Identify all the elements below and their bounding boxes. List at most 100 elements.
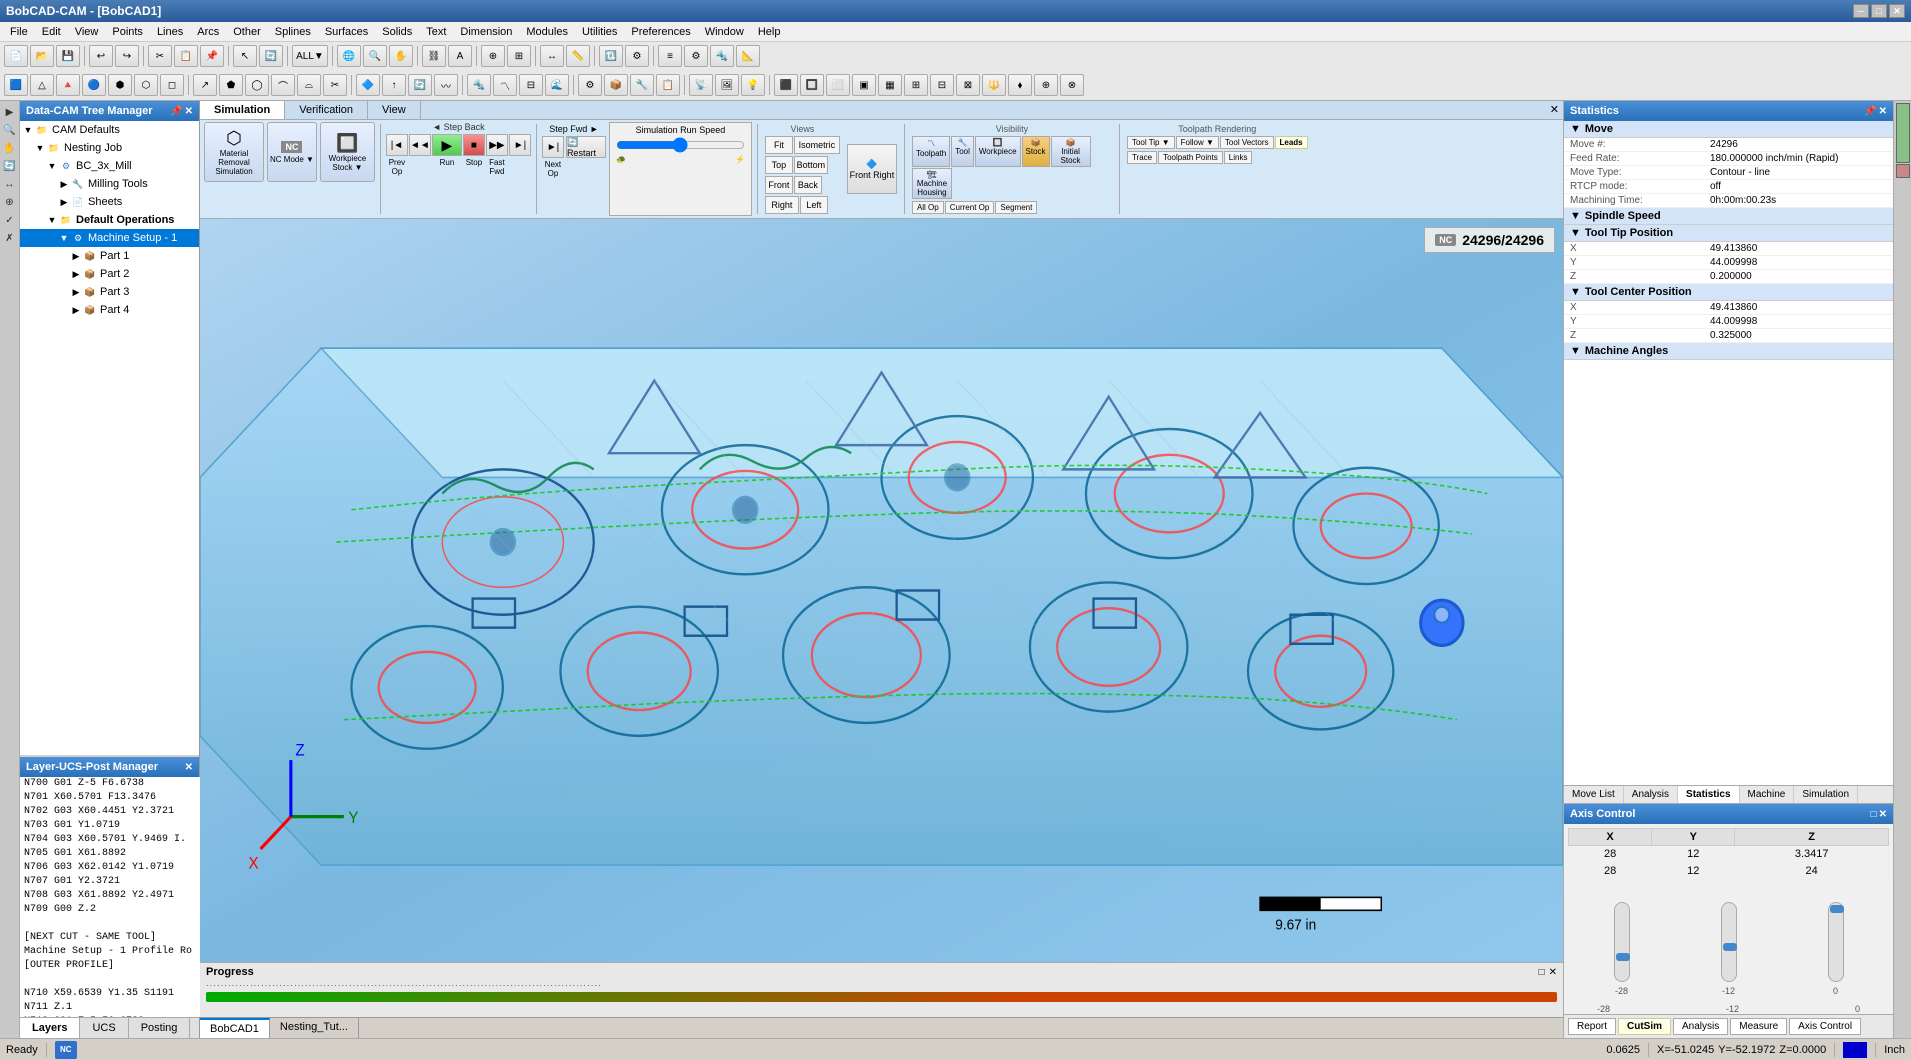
z-slider-thumb[interactable] xyxy=(1830,905,1844,913)
toolpath-btn[interactable]: 〽 Toolpath xyxy=(912,136,950,167)
nav-icon-2[interactable]: 🔍 xyxy=(1,121,19,139)
expand-icon-milling[interactable]: ▶ xyxy=(58,179,70,190)
x-slider-thumb[interactable] xyxy=(1616,953,1630,961)
tb2-poly[interactable]: ⬟ xyxy=(219,74,243,96)
tb2-5[interactable]: ⬢ xyxy=(108,74,132,96)
menu-help[interactable]: Help xyxy=(752,24,787,40)
move-section-header[interactable]: ▼ Move xyxy=(1564,121,1893,138)
isometric-btn[interactable]: Isometric xyxy=(794,136,840,154)
tb2-surf[interactable]: 🌊 xyxy=(545,74,569,96)
expand-icon-bc3x[interactable]: ▼ xyxy=(46,161,58,171)
menu-utilities[interactable]: Utilities xyxy=(576,24,623,40)
tb2-r3[interactable]: ⬜ xyxy=(826,74,850,96)
tab-posting[interactable]: Posting xyxy=(129,1018,191,1038)
tb2-r9[interactable]: 🔱 xyxy=(982,74,1006,96)
tb2-drill[interactable]: 🔩 xyxy=(467,74,491,96)
tb2-r8[interactable]: ⊠ xyxy=(956,74,980,96)
progress-close[interactable]: ✕ xyxy=(1549,967,1557,978)
tb-settings[interactable]: ⚙ xyxy=(625,45,649,67)
menu-preferences[interactable]: Preferences xyxy=(625,24,696,40)
tb2-solid[interactable]: 🔷 xyxy=(356,74,380,96)
nav-icon-1[interactable]: ▶ xyxy=(1,103,19,121)
tree-item-nesting-job[interactable]: ▼ 📁 Nesting Job xyxy=(20,139,199,157)
tb2-fillet[interactable]: ⌓ xyxy=(297,74,321,96)
workpiece-vis-btn[interactable]: 🔲 Workpiece xyxy=(975,136,1021,167)
segment-btn[interactable]: Segment xyxy=(995,201,1037,214)
tree-panel-pin[interactable]: 📌 xyxy=(170,106,182,117)
y-slider-thumb[interactable] xyxy=(1723,943,1737,951)
tb-undo[interactable]: ↩ xyxy=(89,45,113,67)
expand-icon-default-ops[interactable]: ▼ xyxy=(46,215,58,225)
tb2-7[interactable]: ◻ xyxy=(160,74,184,96)
tb2-r12[interactable]: ⊗ xyxy=(1060,74,1084,96)
stop-btn[interactable]: ■ xyxy=(463,134,485,156)
expand-icon-part2[interactable]: ▶ xyxy=(70,269,82,280)
tb2-3[interactable]: 🔺 xyxy=(56,74,80,96)
next-op-btn[interactable]: ►| xyxy=(542,136,564,158)
tb2-sweep[interactable]: 〰 xyxy=(434,74,458,96)
menu-points[interactable]: Points xyxy=(106,24,149,40)
report-tab-axis-control[interactable]: Axis Control xyxy=(1789,1018,1861,1035)
tb-rotate[interactable]: 🔄 xyxy=(259,45,283,67)
expand-icon-nesting[interactable]: ▼ xyxy=(34,143,46,153)
left-btn[interactable]: Left xyxy=(800,196,828,214)
tb2-route[interactable]: 〽 xyxy=(493,74,517,96)
tb2-render[interactable]: 🖼 xyxy=(715,74,739,96)
tree-item-machine-setup[interactable]: ▼ ⚙ Machine Setup - 1 xyxy=(20,229,199,247)
close-button[interactable]: ✕ xyxy=(1889,4,1905,18)
menu-dimension[interactable]: Dimension xyxy=(454,24,518,40)
tb2-r10[interactable]: ⬧ xyxy=(1008,74,1032,96)
workpiece-stock-btn[interactable]: 🔲 WorkpieceStock ▼ xyxy=(320,122,375,182)
step-fwd-btn[interactable]: ►| xyxy=(509,134,531,156)
fit-btn[interactable]: Fit xyxy=(765,136,793,154)
tab-simulation[interactable]: Simulation xyxy=(1794,786,1858,803)
expand-icon-sheets[interactable]: ▶ xyxy=(58,197,70,208)
tb2-arc[interactable]: ⌒ xyxy=(271,74,295,96)
menu-lines[interactable]: Lines xyxy=(151,24,189,40)
tb2-r7[interactable]: ⊟ xyxy=(930,74,954,96)
tb-text[interactable]: A xyxy=(448,45,472,67)
tool-tip-section-header[interactable]: ▼ Tool Tip Position xyxy=(1564,225,1893,242)
tb-3d[interactable]: 🌐 xyxy=(337,45,361,67)
stock-btn[interactable]: 📦 Stock xyxy=(1022,136,1050,167)
menu-text[interactable]: Text xyxy=(420,24,452,40)
tb2-2[interactable]: △ xyxy=(30,74,54,96)
front-btn[interactable]: Front xyxy=(765,176,793,194)
tb-layers[interactable]: ≡ xyxy=(658,45,682,67)
win-tab-nesting[interactable]: Nesting_Tut... xyxy=(270,1018,359,1038)
tb-zoom[interactable]: 🔍 xyxy=(363,45,387,67)
tree-item-default-ops[interactable]: ▼ 📁 Default Operations xyxy=(20,211,199,229)
machine-housing-btn[interactable]: 🏗 Machine Housing xyxy=(912,168,952,199)
tb2-6[interactable]: ⬡ xyxy=(134,74,158,96)
expand-icon-machine-setup[interactable]: ▼ xyxy=(58,233,70,243)
top-btn[interactable]: Top xyxy=(765,156,793,174)
tb-chain[interactable]: ⛓ xyxy=(422,45,446,67)
tb2-circle[interactable]: ◯ xyxy=(245,74,269,96)
tb-select[interactable]: ↖ xyxy=(233,45,257,67)
nav-icon-7[interactable]: ✓ xyxy=(1,211,19,229)
tb2-1[interactable]: 🟦 xyxy=(4,74,28,96)
tab-move-list[interactable]: Move List xyxy=(1564,786,1624,803)
axis-close-btn[interactable]: ✕ xyxy=(1879,809,1887,820)
step-back-btn[interactable]: ◄◄ xyxy=(409,134,431,156)
menu-splines[interactable]: Splines xyxy=(269,24,317,40)
tb-paste[interactable]: 📌 xyxy=(200,45,224,67)
all-op-btn[interactable]: All Op xyxy=(912,201,944,214)
tb-cut[interactable]: ✂ xyxy=(148,45,172,67)
menu-solids[interactable]: Solids xyxy=(376,24,418,40)
expand-icon[interactable]: ▼ xyxy=(22,125,34,135)
tb2-cam3[interactable]: 🔧 xyxy=(630,74,654,96)
nav-icon-3[interactable]: ✋ xyxy=(1,139,19,157)
spindle-section-header[interactable]: ▼ Spindle Speed xyxy=(1564,208,1893,225)
window-controls[interactable]: ─ □ ✕ xyxy=(1853,4,1905,18)
tree-panel-close[interactable]: ✕ xyxy=(185,106,193,117)
back-btn[interactable]: Back xyxy=(794,176,822,194)
tb-open[interactable]: 📂 xyxy=(30,45,54,67)
tb-cam[interactable]: 📐 xyxy=(736,45,760,67)
expand-icon-part3[interactable]: ▶ xyxy=(70,287,82,298)
menu-edit[interactable]: Edit xyxy=(36,24,67,40)
machine-angles-section-header[interactable]: ▼ Machine Angles xyxy=(1564,343,1893,360)
tb-cog[interactable]: ⚙ xyxy=(684,45,708,67)
tb-dim[interactable]: ↔ xyxy=(540,45,564,67)
toolpath-points-btn[interactable]: Toolpath Points xyxy=(1158,151,1223,164)
